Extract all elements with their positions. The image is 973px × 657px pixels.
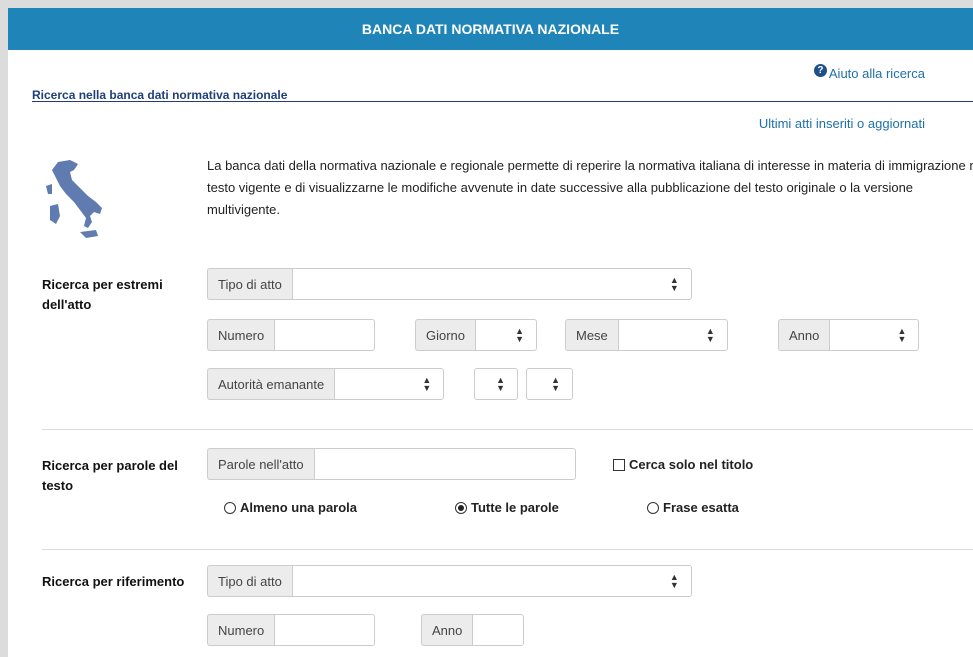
anno-field[interactable]: ▲ ▼	[829, 319, 920, 351]
numero-field[interactable]	[274, 614, 376, 646]
italy-map-icon	[46, 160, 102, 238]
radio-almeno-una-parola[interactable]: Almeno una parola	[224, 500, 357, 515]
tipo-atto-field[interactable]: ▲ ▼	[291, 565, 692, 597]
estremi-numero-input[interactable]: Numero	[207, 319, 376, 351]
estremi-label: Ricerca per estremi dell'atto	[42, 277, 163, 312]
parole-label: Ricerca per parole del testo	[42, 458, 178, 493]
question-circle-icon: ?	[813, 64, 827, 77]
estremi-mese-select[interactable]: Mese ▲ ▼	[565, 319, 728, 351]
page-container: BANCA DATI NORMATIVA NAZIONALE ? Aiuto a…	[8, 8, 973, 657]
riferimento-anno-input[interactable]: Anno	[421, 614, 525, 646]
mese-field[interactable]: ▲ ▼	[617, 319, 728, 351]
latest-acts-link[interactable]: Ultimi atti inseriti o aggiornati	[759, 116, 925, 131]
autorita-field[interactable]: ▲ ▼	[334, 368, 445, 400]
select-caret-icon: ▲ ▼	[515, 326, 525, 344]
estremi-giorno-select[interactable]: Giorno ▲ ▼	[415, 319, 538, 351]
section-separator	[42, 549, 973, 550]
riferimento-label: Ricerca per riferimento	[42, 574, 185, 589]
numero-addon: Numero	[207, 319, 275, 351]
checkbox-box[interactable]	[613, 458, 625, 471]
solo-titolo-checkbox[interactable]: Cerca solo nel titolo	[613, 457, 753, 472]
mese-addon: Mese	[565, 319, 618, 351]
select-caret-icon: ▲ ▼	[496, 375, 505, 393]
numero-addon: Numero	[207, 614, 275, 646]
radio-frase-esatta[interactable]: Frase esatta	[647, 500, 739, 515]
radio-tutte-le-parole[interactable]: Tutte le parole	[455, 500, 559, 515]
autorita-addon: Autorità emanante	[207, 368, 335, 400]
help-link-label: Aiuto alla ricerca	[828, 66, 925, 81]
tipo-atto-field[interactable]: ▲ ▼	[291, 268, 692, 300]
parole-atto-input[interactable]: Parole nell'atto	[207, 448, 576, 480]
tipo-atto-addon: Tipo di atto	[207, 268, 292, 300]
autorita-extra-select-2[interactable]: ▲ ▼	[526, 368, 573, 400]
autorita-extra-field-1[interactable]: ▲ ▼	[474, 368, 518, 400]
parole-atto-field[interactable]	[313, 448, 576, 480]
radio-button[interactable]	[647, 501, 659, 514]
estremi-anno-select[interactable]: Anno ▲ ▼	[778, 319, 920, 351]
select-caret-icon: ▲ ▼	[551, 375, 560, 393]
select-caret-icon: ▲ ▼	[705, 326, 715, 344]
radio-label: Almeno una parola	[240, 500, 358, 515]
riferimento-tipo-atto-select[interactable]: Tipo di atto ▲ ▼	[207, 565, 692, 597]
page-banner: BANCA DATI NORMATIVA NAZIONALE	[8, 8, 973, 50]
select-caret-icon: ▲ ▼	[669, 275, 679, 293]
riferimento-numero-input[interactable]: Numero	[207, 614, 376, 646]
anno-field[interactable]	[472, 614, 525, 646]
giorno-field[interactable]: ▲ ▼	[475, 319, 538, 351]
section-separator	[42, 429, 973, 430]
tipo-atto-addon: Tipo di atto	[207, 565, 292, 597]
select-caret-icon: ▲ ▼	[897, 326, 907, 344]
section-divider	[32, 101, 973, 102]
intro-text: La banca dati della normativa nazionale …	[207, 158, 973, 217]
numero-field[interactable]	[274, 319, 376, 351]
anno-addon: Anno	[778, 319, 830, 351]
help-link[interactable]: ? Aiuto alla ricerca	[813, 64, 925, 81]
anno-addon: Anno	[421, 614, 473, 646]
banner-title: BANCA DATI NORMATIVA NAZIONALE	[361, 21, 620, 37]
radio-label: Tutte le parole	[471, 500, 559, 515]
select-caret-icon: ▲ ▼	[422, 375, 432, 393]
autorita-extra-field-2[interactable]: ▲ ▼	[526, 368, 573, 400]
autorita-extra-select-1[interactable]: ▲ ▼	[474, 368, 518, 400]
radio-label: Frase esatta	[663, 500, 739, 515]
estremi-autorita-select[interactable]: Autorità emanante ▲ ▼	[207, 368, 445, 400]
radio-button-selected[interactable]	[455, 501, 467, 514]
radio-button[interactable]	[224, 501, 236, 514]
section-title: Ricerca nella banca dati normativa nazio…	[32, 88, 288, 102]
solo-titolo-label: Cerca solo nel titolo	[629, 457, 754, 472]
giorno-addon: Giorno	[415, 319, 476, 351]
parole-atto-addon: Parole nell'atto	[207, 448, 314, 480]
select-caret-icon: ▲ ▼	[669, 572, 679, 590]
estremi-tipo-atto-select[interactable]: Tipo di atto ▲ ▼	[207, 268, 692, 300]
